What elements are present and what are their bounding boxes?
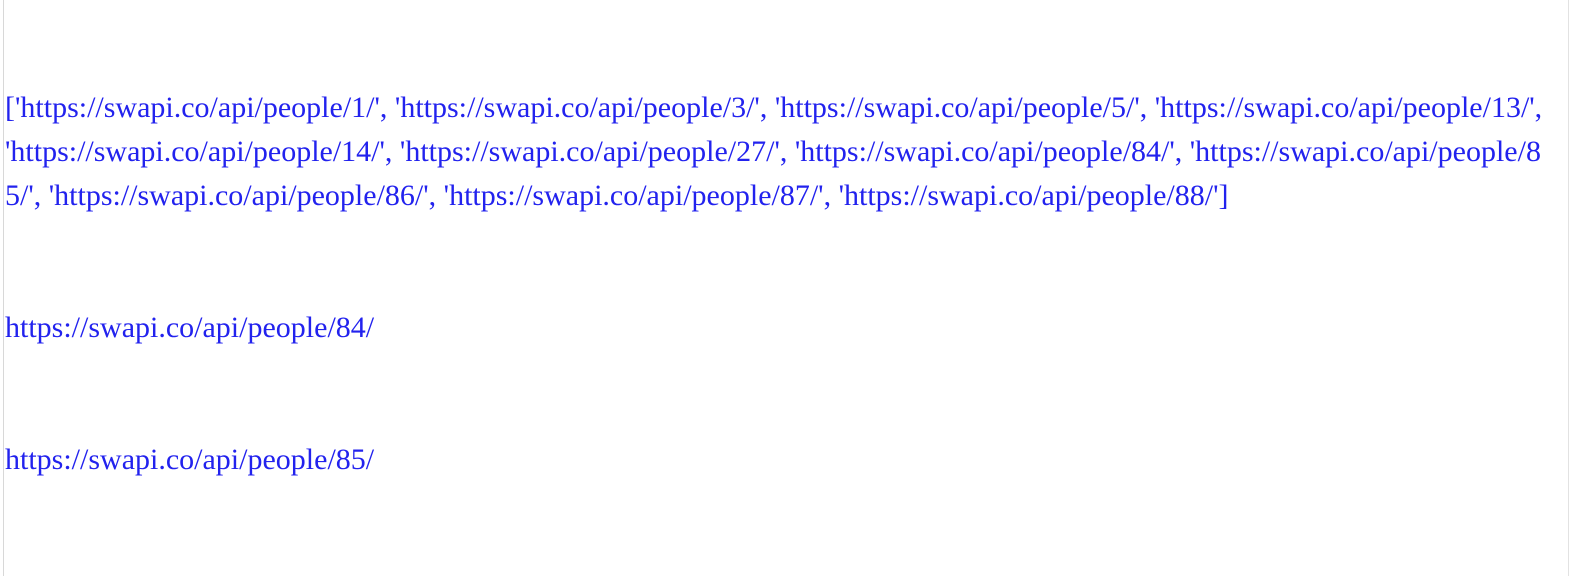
left-edge-rule [3,0,4,576]
output-line: ['https://swapi.co/api/people/1/', 'http… [5,91,1550,212]
right-edge-rule [1568,0,1569,576]
output-line: https://swapi.co/api/people/84/ [5,311,375,344]
console-output-text: ['https://swapi.co/api/people/1/', 'http… [5,0,1563,576]
console-output-viewport[interactable]: ['https://swapi.co/api/people/1/', 'http… [0,0,1579,576]
output-line: https://swapi.co/api/people/85/ [5,443,375,476]
output-line: https://swapi.co/api/people/86/ [5,570,1563,576]
